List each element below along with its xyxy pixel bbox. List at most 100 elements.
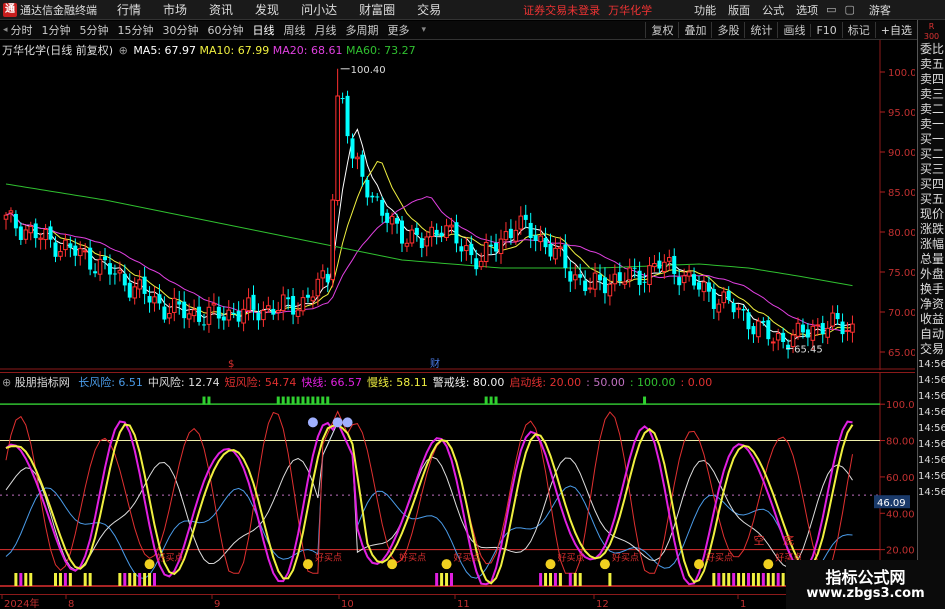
minimize-icon[interactable]: ▭ xyxy=(826,3,836,16)
side-item[interactable]: 换手 xyxy=(918,282,945,297)
side-item[interactable]: 14:56 xyxy=(918,437,945,453)
side-item[interactable]: 买一 xyxy=(918,132,945,147)
side-item[interactable]: 买四 xyxy=(918,177,945,192)
signal-bar xyxy=(781,573,785,586)
menu-wealth[interactable]: 财富圈 xyxy=(359,1,395,18)
add-watchlist-button[interactable]: +自选 xyxy=(874,22,917,38)
tab-1min[interactable]: 1分钟 xyxy=(42,22,71,38)
side-item[interactable]: 买三 xyxy=(918,162,945,177)
side-item[interactable]: 现价 xyxy=(918,207,945,222)
candle-body xyxy=(513,229,519,242)
dividend-marker[interactable]: $ xyxy=(228,359,234,370)
side-item[interactable]: 14:56 xyxy=(918,453,945,469)
buy-signal-label: 好买点 xyxy=(558,552,585,564)
signal-bar xyxy=(138,573,142,586)
side-item[interactable]: 卖四 xyxy=(918,72,945,87)
indicator-info-line: ⊕ 股朋指标网 长风险: 6.51 中风险: 12.74 短风险: 54.74 快线:… xyxy=(2,374,712,390)
top-signal-icon xyxy=(342,417,353,428)
candle-body xyxy=(464,245,469,252)
side-item[interactable]: 14:56 xyxy=(918,373,945,389)
candle-body xyxy=(483,241,489,263)
menu-news[interactable]: 资讯 xyxy=(209,1,233,18)
side-item[interactable]: 14:56 xyxy=(918,469,945,485)
toolbar-left-icon[interactable]: ◂ xyxy=(3,25,8,35)
menu-market[interactable]: 市场 xyxy=(163,1,187,18)
side-item[interactable]: 买五 xyxy=(918,192,945,207)
tab-intraday[interactable]: 分时 xyxy=(11,22,33,38)
menu-formula[interactable]: 公式 xyxy=(762,2,784,18)
menu-layout[interactable]: 版面 xyxy=(728,2,750,18)
side-item[interactable]: 涨幅 xyxy=(918,237,945,252)
side-item[interactable]: 卖二 xyxy=(918,102,945,117)
tab-15min[interactable]: 15分钟 xyxy=(118,22,154,38)
candle-body xyxy=(197,306,202,322)
indicator-tick: 20.00 xyxy=(886,546,915,557)
indicator-tick: 60.00 xyxy=(886,473,915,484)
tab-multi-period[interactable]: 多周期 xyxy=(346,22,379,38)
tab-weekly[interactable]: 周线 xyxy=(284,22,306,38)
menu-options[interactable]: 选项 xyxy=(796,2,818,18)
indicator-tick: 100.00 xyxy=(886,400,915,411)
tool-statistics[interactable]: 统计 xyxy=(744,22,777,38)
candlestick-chart[interactable]: 100.0 95.00 90.00 85.00 80.00 75.00 70.00 65.00… xyxy=(0,40,915,370)
indicator-settings-icon[interactable]: ⊕ xyxy=(2,376,11,389)
side-item[interactable]: 14:56 xyxy=(918,357,945,373)
candle-body xyxy=(830,312,835,327)
login-status[interactable]: 证券交易未登录 xyxy=(523,2,600,18)
side-item[interactable]: 14:56 xyxy=(918,485,945,501)
side-item[interactable]: 14:56 xyxy=(918,421,945,437)
candle-body xyxy=(726,290,731,301)
date-tick: 11 xyxy=(457,599,470,609)
tab-60min[interactable]: 60分钟 xyxy=(208,22,244,38)
candle-body xyxy=(221,316,226,321)
side-item[interactable]: 收益 xyxy=(918,312,945,327)
signal-bar xyxy=(489,396,493,405)
tab-monthly[interactable]: 月线 xyxy=(315,22,337,38)
side-item[interactable]: 交易 xyxy=(918,342,945,357)
tool-draw[interactable]: 画线 xyxy=(777,22,810,38)
candle-body xyxy=(612,273,618,285)
candle-body xyxy=(38,237,43,240)
side-item[interactable]: 净资 xyxy=(918,297,945,312)
menu-quotes[interactable]: 行情 xyxy=(117,1,141,18)
tab-more[interactable]: 更多 xyxy=(388,22,410,38)
signal-bar xyxy=(732,573,736,586)
side-item[interactable]: 外盘 xyxy=(918,267,945,282)
tool-overlay[interactable]: 叠加 xyxy=(678,22,711,38)
candle-body xyxy=(291,295,296,315)
side-item[interactable]: 涨跌 xyxy=(918,222,945,237)
tool-mark[interactable]: 标记 xyxy=(841,22,875,38)
menu-trade[interactable]: 交易 xyxy=(417,1,441,18)
chevron-down-icon[interactable]: ▾ xyxy=(422,25,427,35)
tab-daily[interactable]: 日线 xyxy=(253,22,275,38)
side-item[interactable]: 卖一 xyxy=(918,117,945,132)
menu-discover[interactable]: 发现 xyxy=(255,1,279,18)
finance-marker[interactable]: 财 xyxy=(430,357,440,370)
guest-user[interactable]: 游客 xyxy=(869,2,891,18)
side-item[interactable]: 自动 xyxy=(918,327,945,342)
tool-f10[interactable]: F10 xyxy=(810,23,841,37)
indicator-chart[interactable]: 好买点好买点好买点好买点好买点好买点好买点好买点空底 100.0080.0060… xyxy=(0,372,915,594)
side-item[interactable]: 买二 xyxy=(918,147,945,162)
candle-body xyxy=(716,303,722,313)
side-item[interactable]: 委比 xyxy=(918,42,945,57)
menu-ask[interactable]: 问小达 xyxy=(301,1,337,18)
side-item[interactable]: 14:56 xyxy=(918,389,945,405)
signal-bar xyxy=(321,396,325,405)
candle-body xyxy=(652,263,657,268)
tool-multi-stock[interactable]: 多股 xyxy=(711,22,744,38)
side-item[interactable]: 卖五 xyxy=(918,57,945,72)
candle-body xyxy=(572,274,578,281)
side-item[interactable]: 总量 xyxy=(918,252,945,267)
settings-icon[interactable]: ⊕ xyxy=(119,44,128,57)
tool-adjust[interactable]: 复权 xyxy=(645,22,678,38)
candle-body xyxy=(112,273,117,275)
side-item[interactable]: 卖三 xyxy=(918,87,945,102)
tab-5min[interactable]: 5分钟 xyxy=(80,22,109,38)
restore-icon[interactable]: ▢ xyxy=(845,3,855,16)
menu-function[interactable]: 功能 xyxy=(694,2,716,18)
signal-bar xyxy=(276,396,280,405)
side-item[interactable]: 14:56 xyxy=(918,405,945,421)
candle-body xyxy=(657,260,662,269)
tab-30min[interactable]: 30分钟 xyxy=(163,22,199,38)
